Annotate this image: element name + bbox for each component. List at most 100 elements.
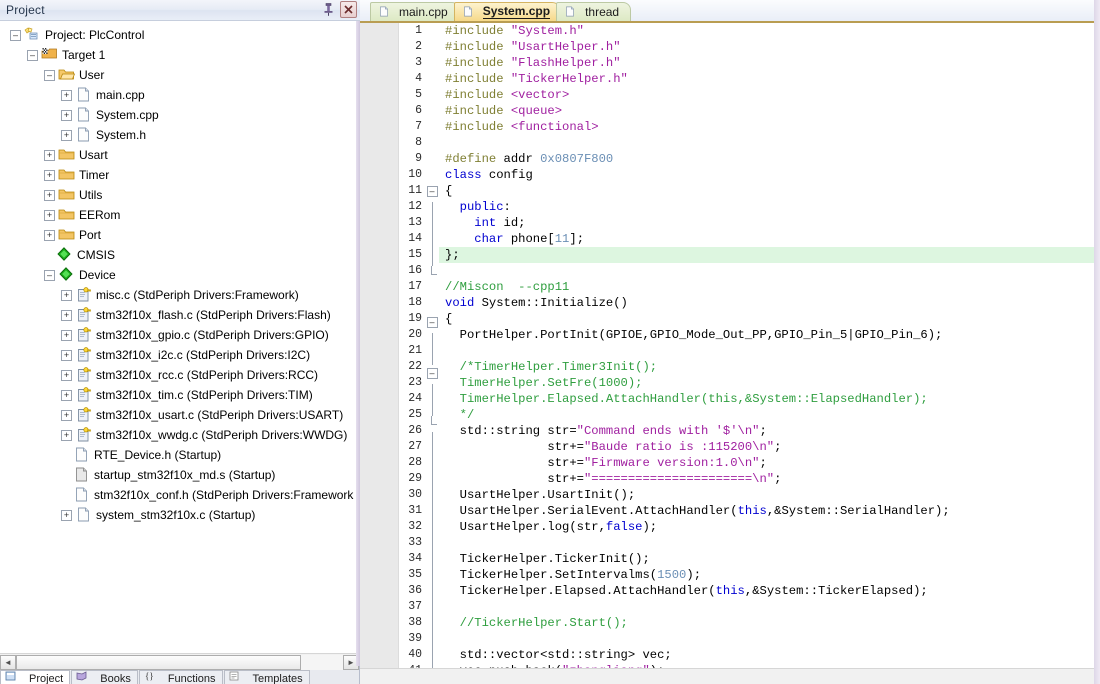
- code-line[interactable]: #include <functional>: [439, 119, 1100, 135]
- code-line[interactable]: TickerHelper.SetIntervalms(1500);: [439, 567, 1100, 583]
- code-line[interactable]: UsartHelper.UsartInit();: [439, 487, 1100, 503]
- code-line[interactable]: std::vector<std::string> vec;: [439, 647, 1100, 663]
- editor-tab-main-cpp[interactable]: main.cpp: [370, 2, 460, 21]
- code-line[interactable]: /*TimerHelper.Timer3Init();: [439, 359, 1100, 375]
- collapse-node-icon[interactable]: –: [27, 49, 38, 61]
- tree-item[interactable]: + stm32f10x_gpio.c (StdPeriph Drivers:GPI…: [0, 325, 359, 345]
- expand-node-icon[interactable]: +: [61, 429, 72, 441]
- project-tree-container[interactable]: – Project: PlcControl – Target 1– User + main.…: [0, 21, 360, 653]
- code-line[interactable]: };: [439, 247, 1100, 263]
- code-line[interactable]: #include "TickerHelper.h": [439, 71, 1100, 87]
- bottom-tab-templates[interactable]: Templates: [223, 670, 310, 684]
- fold-collapse-icon[interactable]: –: [425, 186, 439, 202]
- editor-horizontal-scrollbar[interactable]: [360, 668, 1100, 684]
- tree-item[interactable]: + Utils: [0, 185, 359, 205]
- code-line[interactable]: class config: [439, 167, 1100, 183]
- code-line[interactable]: [439, 263, 1100, 279]
- tree-item[interactable]: startup_stm32f10x_md.s (Startup): [0, 465, 359, 485]
- expand-node-icon[interactable]: +: [61, 309, 72, 321]
- code-line[interactable]: //TickerHelper.Start();: [439, 615, 1100, 631]
- tree-item[interactable]: + Timer: [0, 165, 359, 185]
- code-line[interactable]: #define addr 0x0807F800: [439, 151, 1100, 167]
- tree-item[interactable]: – Device: [0, 265, 359, 285]
- expand-node-icon[interactable]: +: [61, 349, 72, 361]
- tree-item[interactable]: + Port: [0, 225, 359, 245]
- code-folding-column[interactable]: – – –: [425, 23, 439, 668]
- editor-tab-System-cpp[interactable]: System.cpp: [453, 2, 563, 21]
- expand-node-icon[interactable]: +: [61, 109, 72, 121]
- tree-item[interactable]: + Usart: [0, 145, 359, 165]
- code-line[interactable]: str+="Baude ratio is :115200\n";: [439, 439, 1100, 455]
- code-editor[interactable]: 1 2 3 4 5 6 7 8 9 10 11 12 13 14 15 16 17 18 19 20 21 22 23 24 2…: [360, 23, 1100, 668]
- collapse-node-icon[interactable]: –: [44, 269, 55, 281]
- code-line[interactable]: UsartHelper.log(str,false);: [439, 519, 1100, 535]
- code-line[interactable]: #include <vector>: [439, 87, 1100, 103]
- tree-item[interactable]: + misc.c (StdPeriph Drivers:Framework): [0, 285, 359, 305]
- editor-tabstrip[interactable]: main.cpp System.cpp thread: [360, 0, 1100, 23]
- tree-item[interactable]: + stm32f10x_flash.c (StdPeriph Drivers:Fl…: [0, 305, 359, 325]
- expand-node-icon[interactable]: +: [61, 89, 72, 101]
- code-line[interactable]: [439, 535, 1100, 551]
- project-tree[interactable]: – Project: PlcControl – Target 1– User + main.…: [0, 21, 359, 525]
- code-line[interactable]: str+="======================\n";: [439, 471, 1100, 487]
- tree-item[interactable]: – User: [0, 65, 359, 85]
- code-line[interactable]: public:: [439, 199, 1100, 215]
- tree-item[interactable]: + System.h: [0, 125, 359, 145]
- expand-node-icon[interactable]: +: [61, 509, 72, 521]
- tree-item[interactable]: CMSIS: [0, 245, 359, 265]
- code-line[interactable]: #include <queue>: [439, 103, 1100, 119]
- scrollbar-thumb[interactable]: [16, 654, 301, 670]
- tree-item[interactable]: – Project: PlcControl: [0, 25, 359, 45]
- scroll-left-arrow-icon[interactable]: ◄: [0, 654, 16, 670]
- tree-item[interactable]: + stm32f10x_tim.c (StdPeriph Drivers:TIM): [0, 385, 359, 405]
- code-line[interactable]: void System::Initialize(): [439, 295, 1100, 311]
- tree-item[interactable]: + System.cpp: [0, 105, 359, 125]
- expand-node-icon[interactable]: +: [44, 209, 55, 221]
- code-line[interactable]: #include "System.h": [439, 23, 1100, 39]
- code-line[interactable]: PortHelper.PortInit(GPIOE,GPIO_Mode_Out_…: [439, 327, 1100, 343]
- code-line[interactable]: UsartHelper.SerialEvent.AttachHandler(th…: [439, 503, 1100, 519]
- bottom-tab-books[interactable]: Books: [71, 670, 138, 684]
- fold-collapse-icon[interactable]: –: [425, 317, 439, 333]
- code-line[interactable]: {: [439, 311, 1100, 327]
- code-line[interactable]: int id;: [439, 215, 1100, 231]
- tree-item[interactable]: + main.cpp: [0, 85, 359, 105]
- collapse-node-icon[interactable]: –: [10, 29, 21, 41]
- close-icon[interactable]: [340, 1, 357, 18]
- expand-node-icon[interactable]: +: [61, 369, 72, 381]
- bottom-tab-project[interactable]: Project: [0, 670, 71, 684]
- breakpoint-gutter[interactable]: [360, 23, 399, 668]
- tree-item[interactable]: + stm32f10x_usart.c (StdPeriph Drivers:US…: [0, 405, 359, 425]
- project-pane-horizontal-scrollbar[interactable]: ◄ ►: [0, 653, 360, 670]
- tree-item[interactable]: + stm32f10x_rcc.c (StdPeriph Drivers:RCC): [0, 365, 359, 385]
- collapse-node-icon[interactable]: –: [44, 69, 55, 81]
- tree-item[interactable]: + system_stm32f10x.c (Startup): [0, 505, 359, 525]
- code-line[interactable]: TimerHelper.SetFre(1000);: [439, 375, 1100, 391]
- tree-item[interactable]: + stm32f10x_i2c.c (StdPeriph Drivers:I2C): [0, 345, 359, 365]
- pin-icon[interactable]: [321, 2, 335, 18]
- scrollbar-track[interactable]: [16, 654, 343, 670]
- tree-item[interactable]: – Target 1: [0, 45, 359, 65]
- tree-item[interactable]: stm32f10x_conf.h (StdPeriph Drivers:Fram…: [0, 485, 359, 505]
- code-line[interactable]: char phone[11];: [439, 231, 1100, 247]
- code-line[interactable]: #include "UsartHelper.h": [439, 39, 1100, 55]
- expand-node-icon[interactable]: +: [44, 149, 55, 161]
- code-line[interactable]: */: [439, 407, 1100, 423]
- code-line[interactable]: std::string str="Command ends with '$'\n…: [439, 423, 1100, 439]
- bottom-tab-functions[interactable]: {} Functions: [138, 670, 223, 684]
- code-line[interactable]: str+="Firmware version:1.0\n";: [439, 455, 1100, 471]
- code-line[interactable]: [439, 599, 1100, 615]
- tree-item[interactable]: + EERom: [0, 205, 359, 225]
- expand-node-icon[interactable]: +: [61, 129, 72, 141]
- code-line[interactable]: TimerHelper.Elapsed.AttachHandler(this,&…: [439, 391, 1100, 407]
- code-line[interactable]: [439, 135, 1100, 151]
- tree-item[interactable]: RTE_Device.h (Startup): [0, 445, 359, 465]
- editor-tab-thread[interactable]: thread: [556, 2, 632, 21]
- code-line[interactable]: //Miscon --cpp11: [439, 279, 1100, 295]
- expand-node-icon[interactable]: +: [61, 409, 72, 421]
- code-line[interactable]: [439, 343, 1100, 359]
- code-line[interactable]: TickerHelper.TickerInit();: [439, 551, 1100, 567]
- code-line[interactable]: TickerHelper.Elapsed.AttachHandler(this,…: [439, 583, 1100, 599]
- expand-node-icon[interactable]: +: [61, 289, 72, 301]
- code-line[interactable]: [439, 631, 1100, 647]
